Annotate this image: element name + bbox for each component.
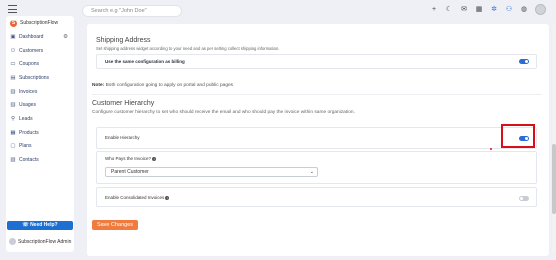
who-pays-select[interactable]: Parent Customer ⌄ <box>105 167 318 177</box>
plus-icon[interactable]: + <box>430 6 438 14</box>
sidebar-item-contacts[interactable]: ▧ Contacts <box>6 153 74 167</box>
admin-name: SubscriptionFlow Admin <box>18 238 72 245</box>
save-changes-button[interactable]: Save Changes <box>92 220 138 230</box>
sidebar-item-label: Usages <box>19 102 36 109</box>
note-prefix: Note: <box>92 83 105 88</box>
top-bar-icons: + ☾ ✉ ▦ ✲ ⚇ ◍ <box>430 4 546 15</box>
info-icon[interactable]: i <box>152 156 157 161</box>
need-help-label: Need Help? <box>30 222 58 228</box>
sidebar-item-label: Invoices <box>19 88 38 95</box>
who-pays-selected: Parent Customer <box>111 169 149 175</box>
help-icon: ☏ <box>22 222 31 228</box>
invoice-icon: ▥ <box>10 88 16 95</box>
sidebar-item-dashboard[interactable]: ▣ Dashboard ⚙ <box>6 30 74 44</box>
consolidated-invoices-label: Enable Consolidated Invoices i <box>105 195 170 200</box>
chevron-down-icon: ⌄ <box>309 169 314 175</box>
note-text: Note: Both configuration going to apply … <box>92 83 233 88</box>
sidebar-item-label: Coupons <box>19 61 40 68</box>
customer-hierarchy-title: Customer Hierarchy <box>92 100 155 107</box>
settings-panel: Shipping Address Set shipping address wi… <box>87 24 549 256</box>
sidebar-item-subscriptions[interactable]: ▤ Subscriptions <box>6 71 74 85</box>
who-pays-text: Who Pays the Invoice? <box>105 156 152 161</box>
calendar-icon[interactable]: ▦ <box>475 6 483 14</box>
sidebar-item-products[interactable]: ▦ Products <box>6 126 74 140</box>
plans-icon: ▢ <box>10 143 16 150</box>
sidebar-item-plans[interactable]: ▢ Plans <box>6 140 74 154</box>
user-avatar[interactable] <box>535 4 546 15</box>
highlight-box <box>501 124 535 148</box>
hamburger-menu-icon[interactable] <box>8 5 17 13</box>
gear-icon[interactable]: ✲ <box>490 6 498 14</box>
sidebar-item-label: Subscriptions <box>19 74 50 81</box>
search-input[interactable]: Search e.g "John Doe" <box>82 5 182 17</box>
coupon-icon: ▭ <box>10 61 16 68</box>
sidebar-item-coupons[interactable]: ▭ Coupons <box>6 57 74 71</box>
enable-hierarchy-label: Enable Hierarchy <box>105 135 140 140</box>
sidebar-item-invoices[interactable]: ▥ Invoices <box>6 85 74 99</box>
shipping-address-title: Shipping Address <box>96 37 151 44</box>
brand-logo-icon: S <box>10 19 17 27</box>
info-icon[interactable]: i <box>165 195 170 200</box>
sidebar-item-label: Customers <box>19 47 44 54</box>
sidebar: S SubscriptionFlow ▣ Dashboard ⚙ ⚇ Custo… <box>6 16 74 252</box>
sidebar-item-label: Plans <box>19 143 32 150</box>
sidebar-item-label: Products <box>19 129 39 136</box>
sidebar-item-label: Dashboard <box>19 33 44 40</box>
sidebar-item-label: Contacts <box>19 157 39 164</box>
moon-icon[interactable]: ☾ <box>445 6 453 14</box>
admin-profile[interactable]: SubscriptionFlow Admin <box>9 238 71 245</box>
note-body: Both configuration going to apply on por… <box>105 83 234 88</box>
consolidated-invoices-text: Enable Consolidated Invoices <box>105 195 165 200</box>
divider <box>92 94 542 95</box>
top-bar: Search e.g "John Doe" + ☾ ✉ ▦ ✲ ⚇ ◍ <box>0 0 556 22</box>
who-pays-card: Who Pays the Invoice? i Parent Customer ⌄ <box>96 151 537 184</box>
sidebar-item-label: Leads <box>19 115 33 122</box>
users-icon[interactable]: ⚇ <box>505 6 513 14</box>
globe-icon[interactable]: ◍ <box>520 6 528 14</box>
shipping-address-description: Set shipping address widget according to… <box>96 46 280 51</box>
who-pays-label: Who Pays the Invoice? i <box>105 156 157 161</box>
products-icon: ▦ <box>10 129 16 136</box>
sidebar-item-leads[interactable]: ⚲ Leads <box>6 112 74 126</box>
scrollbar-thumb[interactable] <box>552 144 556 214</box>
same-as-billing-card: Use the same configuration as billing <box>96 54 537 69</box>
brand[interactable]: S SubscriptionFlow <box>6 16 74 30</box>
mail-icon[interactable]: ✉ <box>460 6 468 14</box>
avatar <box>9 238 16 245</box>
need-help-button[interactable]: ☏ Need Help? <box>7 221 73 230</box>
customer-hierarchy-description: Configure customer hierarchy to set who … <box>92 110 355 115</box>
same-as-billing-label: Use the same configuration as billing <box>105 59 185 64</box>
enable-hierarchy-card: Enable Hierarchy <box>96 127 537 149</box>
dashboard-icon: ▣ <box>10 33 16 40</box>
contacts-icon: ▧ <box>10 157 16 164</box>
gear-icon[interactable]: ⚙ <box>63 34 68 40</box>
cursor-marker <box>490 148 492 150</box>
leads-icon: ⚲ <box>10 115 16 122</box>
same-as-billing-toggle[interactable] <box>519 59 529 64</box>
subscriptions-icon: ▤ <box>10 74 16 81</box>
sidebar-item-usages[interactable]: ▥ Usages <box>6 98 74 112</box>
consolidated-invoices-card: Enable Consolidated Invoices i <box>96 187 537 207</box>
usages-icon: ▥ <box>10 102 16 109</box>
users-icon: ⚇ <box>10 47 16 54</box>
sidebar-item-customers[interactable]: ⚇ Customers <box>6 44 74 58</box>
scrollbar[interactable] <box>552 24 556 252</box>
consolidated-invoices-toggle[interactable] <box>519 196 529 201</box>
brand-name: SubscriptionFlow <box>20 20 59 26</box>
